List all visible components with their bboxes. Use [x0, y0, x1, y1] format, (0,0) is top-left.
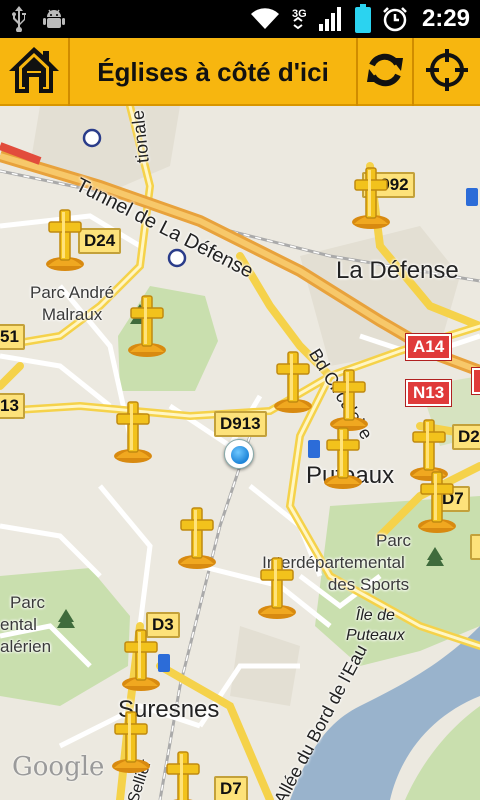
signal-bars-icon	[318, 6, 344, 32]
church-marker[interactable]	[112, 398, 154, 464]
church-cross-icon	[324, 427, 362, 489]
church-cross-icon	[274, 351, 312, 413]
google-logo: Google	[12, 752, 105, 782]
church-marker[interactable]	[272, 348, 314, 414]
church-marker[interactable]	[328, 366, 370, 432]
map-view[interactable]: tionale Tunnel de La Défense La Défense …	[0, 106, 480, 800]
road-shield-d7-bottom: D7	[214, 776, 248, 800]
church-cross-icon	[46, 209, 84, 271]
map-label-parc-valerien: Parc ental alérien	[0, 593, 52, 656]
church-marker[interactable]	[350, 164, 392, 230]
crosshair-icon	[425, 48, 469, 97]
road-shield-d913: D913	[214, 411, 267, 437]
church-cross-icon	[330, 369, 368, 431]
usb-icon	[10, 6, 28, 32]
home-icon	[7, 45, 61, 100]
church-cross-icon	[178, 507, 216, 569]
road-shield-left: 51	[0, 324, 25, 350]
church-cross-icon	[112, 711, 150, 773]
church-marker[interactable]	[110, 708, 152, 774]
battery-icon	[354, 4, 372, 34]
my-location-button[interactable]	[414, 38, 480, 106]
home-button[interactable]	[0, 38, 68, 106]
refresh-button[interactable]	[358, 38, 412, 106]
my-location-dot-icon[interactable]	[224, 439, 254, 469]
android-debug-icon	[42, 7, 66, 31]
church-marker[interactable]	[256, 554, 298, 620]
status-bar: 3G 2:29	[0, 0, 480, 38]
page-title: Églises à côté d'ici	[97, 56, 329, 87]
church-marker[interactable]	[126, 292, 168, 358]
church-cross-icon	[166, 751, 200, 800]
church-cross-icon	[352, 167, 390, 229]
road-shield-edge	[471, 367, 480, 395]
road-shield-n13: N13	[404, 379, 453, 407]
road-shield-d2: D2	[452, 424, 480, 450]
road-shield-a14: A14	[404, 333, 453, 361]
church-marker[interactable]	[44, 206, 86, 272]
map-label-parc-andre-malraux: Parc André Malraux	[30, 283, 115, 324]
church-marker[interactable]	[322, 424, 364, 490]
road-shield-edge-right	[470, 534, 480, 560]
church-cross-icon	[122, 629, 160, 691]
church-cross-icon	[258, 557, 296, 619]
status-clock: 2:29	[421, 5, 470, 32]
church-marker[interactable]	[162, 748, 204, 800]
church-cross-icon	[114, 401, 152, 463]
alarm-icon	[382, 6, 408, 32]
wifi-icon	[250, 7, 280, 31]
map-label-la-defense: La Défense	[336, 257, 459, 284]
church-cross-icon	[128, 295, 166, 357]
action-bar: Églises à côté d'ici	[0, 38, 480, 106]
church-marker[interactable]	[416, 468, 458, 534]
church-cross-icon	[418, 471, 456, 533]
church-marker[interactable]	[120, 626, 162, 692]
map-label-ile-de-puteaux: Île de Puteaux	[346, 607, 405, 644]
refresh-icon	[365, 50, 405, 95]
church-marker[interactable]	[176, 504, 218, 570]
signal-3g-icon: 3G	[290, 5, 308, 33]
road-shield-d913-left: 13	[0, 393, 25, 419]
